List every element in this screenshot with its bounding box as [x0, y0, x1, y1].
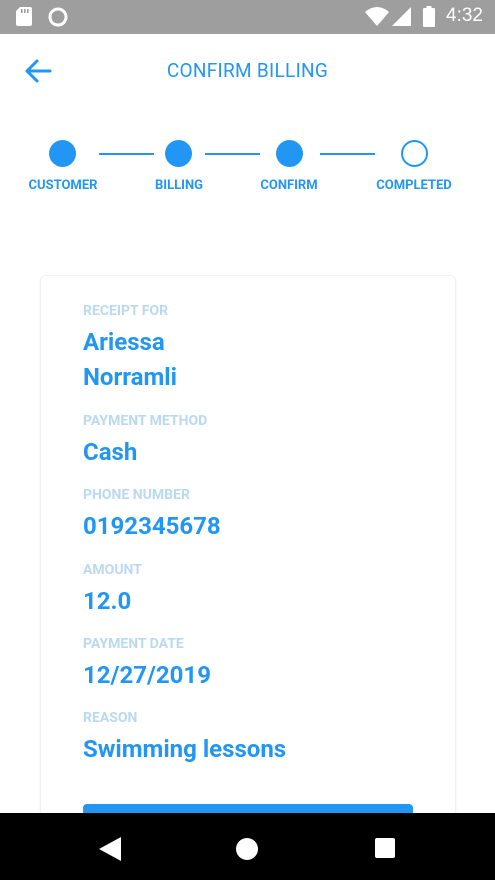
step-completed-label: COMPLETED [376, 178, 452, 193]
app-bar: CONFIRM BILLING [0, 34, 495, 108]
wifi-icon [365, 7, 389, 26]
receipt-card: RECEIPT FOR Ariessa Norramli PAYMENT MET… [40, 275, 456, 864]
payment-method-label: PAYMENT METHOD [83, 413, 208, 429]
battery-icon [423, 6, 435, 27]
customer-first-name: Ariessa [83, 328, 165, 356]
phone-number-label: PHONE NUMBER [83, 487, 190, 503]
step-billing-label: BILLING [154, 178, 203, 193]
step-confirm-label: CONFIRM [260, 178, 318, 193]
nav-home-icon[interactable] [236, 838, 258, 860]
step-customer-label: CUSTOMER [28, 178, 98, 193]
step-customer-dot [49, 140, 76, 167]
step-billing-dot [165, 140, 192, 167]
payment-date-label: PAYMENT DATE [83, 636, 184, 652]
page-title: CONFIRM BILLING [166, 59, 329, 82]
circle-notification-icon [48, 7, 68, 27]
status-time: 4:32 [446, 5, 483, 26]
sd-card-icon [16, 7, 32, 26]
step-connector [99, 153, 154, 155]
nav-back-icon[interactable] [99, 837, 121, 861]
step-confirm-dot [276, 140, 303, 167]
step-connector [205, 153, 260, 155]
payment-method-value: Cash [83, 438, 138, 466]
payment-date-value: 12/27/2019 [83, 661, 211, 689]
progress-stepper: CUSTOMER BILLING CONFIRM COMPLETED [0, 140, 495, 200]
step-completed-dot [401, 140, 428, 167]
phone-number-value: 0192345678 [83, 512, 221, 540]
system-nav-bar [0, 813, 495, 880]
status-bar: 4:32 [0, 0, 495, 34]
receipt-for-label: RECEIPT FOR [83, 303, 169, 319]
reason-label: REASON [83, 710, 138, 726]
cell-signal-icon [392, 7, 411, 26]
nav-recents-icon[interactable] [375, 838, 395, 858]
reason-value: Swimming lessons [83, 735, 287, 763]
step-connector [320, 153, 375, 155]
amount-label: AMOUNT [83, 562, 142, 578]
amount-value: 12.0 [83, 587, 132, 615]
customer-last-name: Norramli [83, 363, 178, 391]
